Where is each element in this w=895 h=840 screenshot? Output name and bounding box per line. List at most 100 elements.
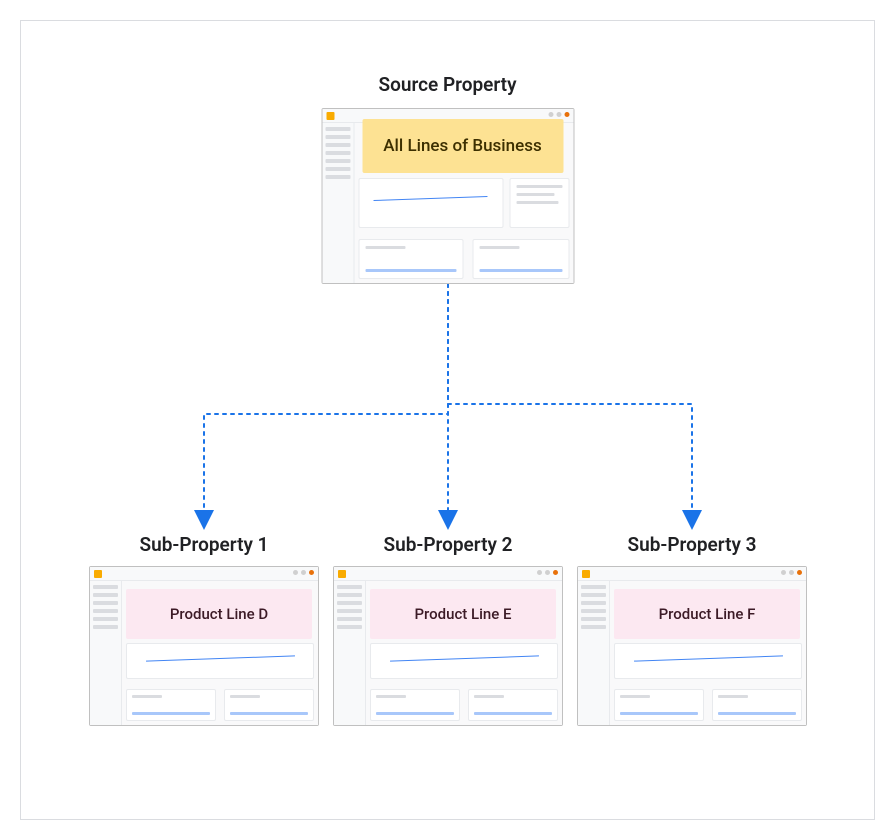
text-placeholder bbox=[516, 185, 562, 188]
thumbnail-chart-card bbox=[126, 643, 314, 679]
thumbnail-topbar-actions bbox=[537, 570, 558, 575]
thumbnail-bottom-card bbox=[126, 689, 216, 721]
sidebar-nav-item bbox=[325, 151, 350, 155]
thumbnail-bottom-card bbox=[358, 239, 463, 279]
thumbnail-content: All Lines of Business bbox=[322, 109, 573, 283]
user-avatar-icon bbox=[564, 112, 569, 117]
text-placeholder bbox=[365, 246, 405, 249]
sidebar-nav-item bbox=[325, 175, 350, 179]
avatar-icon bbox=[301, 570, 306, 575]
text-placeholder bbox=[474, 695, 504, 698]
sub-property-3-thumbnail: Product Line F bbox=[577, 566, 807, 726]
thumbnail-topbar bbox=[90, 567, 318, 581]
analytics-logo-icon bbox=[326, 112, 334, 120]
sidebar-nav-item bbox=[337, 593, 362, 597]
avatar-icon bbox=[781, 570, 786, 575]
source-property-label: All Lines of Business bbox=[362, 119, 563, 173]
sidebar-nav-item bbox=[581, 609, 606, 613]
diagram-frame: Source Property bbox=[20, 20, 875, 820]
thumbnail-topbar bbox=[578, 567, 806, 581]
thumbnail-bottom-card bbox=[712, 689, 802, 721]
sub-property-1-thumbnail: Product Line D bbox=[89, 566, 319, 726]
thumbnail-sidebar bbox=[90, 581, 122, 725]
sidebar-nav-item bbox=[325, 167, 350, 171]
sub-property-3-label: Product Line F bbox=[614, 589, 800, 639]
user-avatar-icon bbox=[553, 570, 558, 575]
text-placeholder bbox=[230, 695, 260, 698]
thumbnail-sidebar bbox=[322, 123, 354, 283]
thumbnail-topbar-actions bbox=[781, 570, 802, 575]
connector-to-sub-3 bbox=[448, 284, 692, 520]
text-placeholder bbox=[620, 695, 650, 698]
thumbnail-chart-card bbox=[370, 643, 558, 679]
text-placeholder bbox=[230, 712, 308, 715]
connector-arrows bbox=[21, 284, 876, 534]
sidebar-nav-item bbox=[325, 127, 350, 131]
text-placeholder bbox=[474, 712, 552, 715]
user-avatar-icon bbox=[309, 570, 314, 575]
sidebar-nav-item bbox=[93, 593, 118, 597]
sidebar-nav-item bbox=[337, 585, 362, 589]
sidebar-nav-item bbox=[337, 609, 362, 613]
thumbnail-sidebar bbox=[334, 581, 366, 725]
thumbnail-content: Product Line E bbox=[334, 567, 562, 725]
sidebar-nav-item bbox=[581, 585, 606, 589]
text-placeholder bbox=[620, 712, 698, 715]
line-chart-icon bbox=[146, 655, 295, 661]
user-avatar-icon bbox=[797, 570, 802, 575]
sub-property-1-label: Product Line D bbox=[126, 589, 312, 639]
sub-property-2-label: Product Line E bbox=[370, 589, 556, 639]
text-placeholder bbox=[132, 695, 162, 698]
source-property-thumbnail: All Lines of Business bbox=[321, 108, 574, 284]
sidebar-nav-item bbox=[325, 143, 350, 147]
avatar-icon bbox=[537, 570, 542, 575]
text-placeholder bbox=[480, 269, 562, 272]
thumbnail-chart-card bbox=[358, 178, 503, 228]
avatar-icon bbox=[548, 112, 553, 117]
sidebar-nav-item bbox=[93, 585, 118, 589]
avatar-icon bbox=[545, 570, 550, 575]
text-placeholder bbox=[718, 712, 796, 715]
line-chart-icon bbox=[390, 655, 539, 661]
sidebar-nav-item bbox=[581, 617, 606, 621]
thumbnail-topbar-actions bbox=[548, 112, 569, 117]
thumbnail-topbar bbox=[334, 567, 562, 581]
text-placeholder bbox=[365, 269, 456, 272]
line-chart-icon bbox=[634, 655, 783, 661]
sidebar-nav-item bbox=[325, 159, 350, 163]
sidebar-nav-item bbox=[93, 609, 118, 613]
sidebar-nav-item bbox=[325, 135, 350, 139]
sidebar-nav-item bbox=[93, 617, 118, 621]
analytics-logo-icon bbox=[338, 570, 346, 578]
sidebar-nav-item bbox=[93, 625, 118, 629]
sidebar-nav-item bbox=[93, 601, 118, 605]
thumbnail-bottom-card bbox=[468, 689, 558, 721]
line-chart-icon bbox=[373, 196, 487, 201]
sidebar-nav-item bbox=[581, 625, 606, 629]
thumbnail-topbar-actions bbox=[293, 570, 314, 575]
text-placeholder bbox=[516, 193, 554, 196]
analytics-logo-icon bbox=[94, 570, 102, 578]
text-placeholder bbox=[132, 712, 210, 715]
thumbnail-metric-card bbox=[509, 178, 569, 228]
thumbnail-content: Product Line F bbox=[578, 567, 806, 725]
sidebar-nav-item bbox=[581, 601, 606, 605]
text-placeholder bbox=[480, 246, 520, 249]
source-property-title: Source Property bbox=[378, 73, 516, 96]
thumbnail-bottom-card bbox=[224, 689, 314, 721]
sub-property-2-thumbnail: Product Line E bbox=[333, 566, 563, 726]
sidebar-nav-item bbox=[337, 625, 362, 629]
text-placeholder bbox=[516, 201, 558, 204]
avatar-icon bbox=[789, 570, 794, 575]
text-placeholder bbox=[718, 695, 748, 698]
thumbnail-bottom-card bbox=[473, 239, 569, 279]
thumbnail-sidebar bbox=[578, 581, 610, 725]
sub-property-1-title: Sub-Property 1 bbox=[89, 533, 319, 556]
sidebar-nav-item bbox=[337, 617, 362, 621]
sidebar-nav-item bbox=[581, 593, 606, 597]
thumbnail-bottom-card bbox=[370, 689, 460, 721]
thumbnail-content: Product Line D bbox=[90, 567, 318, 725]
thumbnail-bottom-card bbox=[614, 689, 704, 721]
text-placeholder bbox=[376, 712, 454, 715]
connector-to-sub-1 bbox=[204, 284, 448, 520]
